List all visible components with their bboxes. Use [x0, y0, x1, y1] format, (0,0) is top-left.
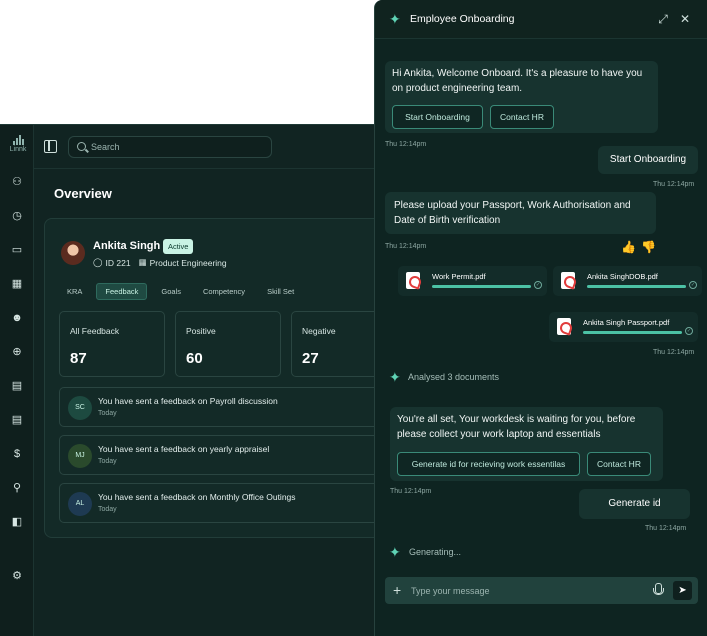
- document-attachment[interactable]: Ankita Singh Passport.pdf ✓: [549, 312, 698, 342]
- bot-message-text: You're all set, Your workdesk is waiting…: [397, 414, 636, 440]
- avatar: [61, 241, 85, 265]
- employee-name: Ankita Singh: [93, 240, 161, 252]
- avatar: AL: [68, 492, 92, 516]
- employee-id: ID 221: [105, 257, 131, 268]
- calendar-alt-icon[interactable]: ▤: [10, 379, 24, 393]
- tab-competency[interactable]: Competency: [195, 283, 253, 300]
- calendar-icon[interactable]: ▦: [10, 277, 24, 291]
- list-item[interactable]: AL You have sent a feedback on Monthly O…: [59, 483, 401, 523]
- upload-progress: [432, 285, 531, 288]
- plus-icon[interactable]: +: [393, 582, 401, 598]
- profile-tabs: KRA Feedback Goals Competency Skill Set: [59, 283, 302, 300]
- sparkle-icon: ✦: [389, 544, 401, 560]
- user-check-icon[interactable]: ☻: [10, 311, 24, 325]
- building-icon: ▦: [138, 257, 147, 267]
- sparkle-icon: ✦: [389, 369, 401, 385]
- generate-id-button[interactable]: Generate id for recieving work essentila…: [397, 452, 580, 476]
- document-name: Work Permit.pdf: [432, 272, 486, 281]
- search-input[interactable]: [91, 139, 261, 155]
- tab-feedback[interactable]: Feedback: [96, 283, 148, 300]
- timestamp: Thu 12:14pm: [385, 141, 427, 148]
- sidebar-toggle-icon[interactable]: [44, 140, 57, 153]
- close-icon[interactable]: ✕: [678, 12, 692, 26]
- check-icon: ✓: [534, 281, 542, 289]
- employee-department: Product Engineering: [149, 257, 227, 268]
- expand-icon[interactable]: ⤢: [656, 12, 670, 26]
- bot-message: Please upload your Passport, Work Author…: [385, 192, 656, 234]
- search-icon: [77, 142, 86, 151]
- feedback-time: Today: [98, 410, 117, 417]
- user-message: Start Onboarding: [598, 146, 698, 174]
- message-composer: + ➤: [385, 577, 698, 604]
- document-name: Ankita Singh Passport.pdf: [583, 318, 670, 327]
- tab-kra[interactable]: KRA: [59, 283, 90, 300]
- pdf-icon: [406, 272, 420, 289]
- feedback-text: You have sent a feedback on Payroll disc…: [98, 396, 278, 406]
- upload-progress: [583, 331, 682, 334]
- topbar: [34, 125, 400, 169]
- app-logo: Linnk: [4, 135, 32, 165]
- bot-message-text: Hi Ankita, Welcome Onboard. It's a pleas…: [392, 68, 643, 94]
- thumbs-down-icon[interactable]: 👎: [641, 240, 656, 254]
- document-attachment[interactable]: Work Permit.pdf ✓: [398, 266, 547, 296]
- person-icon: ◯: [93, 257, 103, 267]
- stat-all-feedback: All Feedback 87: [59, 311, 165, 377]
- document-icon[interactable]: ▤: [10, 413, 24, 427]
- card-icon[interactable]: ▭: [10, 243, 24, 257]
- feedback-text: You have sent a feedback on yearly appra…: [98, 444, 270, 454]
- upload-progress: [587, 285, 686, 288]
- message-input[interactable]: [411, 583, 641, 599]
- page-title: Overview: [54, 186, 112, 201]
- thumbs-up-icon[interactable]: 👍: [621, 240, 636, 254]
- pdf-icon: [561, 272, 575, 289]
- check-icon: ✓: [689, 281, 697, 289]
- users-icon[interactable]: ⚇: [10, 175, 24, 189]
- employee-meta: ◯ ID 221 ▦ Product Engineering: [93, 257, 227, 268]
- chat-title: Employee Onboarding: [410, 13, 515, 25]
- sidebar: Linnk ⚇ ◷ ▭ ▦ ☻ ⊕ ▤ ▤ $ ⚲ ◧ ⚙: [0, 125, 34, 636]
- plus-circle-icon[interactable]: ⊕: [10, 345, 24, 359]
- tab-goals[interactable]: Goals: [153, 283, 189, 300]
- contact-hr-button[interactable]: Contact HR: [490, 105, 554, 129]
- screen: Linnk ⚇ ◷ ▭ ▦ ☻ ⊕ ▤ ▤ $ ⚲ ◧ ⚙ Overview A…: [0, 0, 707, 636]
- chat-panel: ✦ Employee Onboarding ⤢ ✕ Hi Ankita, Wel…: [374, 0, 707, 636]
- timestamp: Thu 12:14pm: [645, 525, 687, 532]
- dollar-icon[interactable]: $: [10, 447, 24, 461]
- timestamp: Thu 12:14pm: [653, 181, 695, 188]
- contact-hr-button[interactable]: Contact HR: [587, 452, 651, 476]
- timestamp: Thu 12:14pm: [390, 488, 432, 495]
- folder-icon[interactable]: ◧: [10, 515, 24, 529]
- tab-skill-set[interactable]: Skill Set: [259, 283, 302, 300]
- employee-card: Ankita Singh Active ◯ ID 221 ▦ Product Eng…: [44, 218, 401, 538]
- feedback-time: Today: [98, 506, 117, 513]
- start-onboarding-button[interactable]: Start Onboarding: [392, 105, 483, 129]
- microphone-icon[interactable]: [653, 583, 664, 597]
- feedback-text: You have sent a feedback on Monthly Offi…: [98, 492, 296, 502]
- sparkle-icon: ✦: [389, 11, 401, 27]
- analysis-status: Analysed 3 documents: [408, 372, 500, 382]
- bot-message-text: Please upload your Passport, Work Author…: [394, 200, 631, 226]
- dashboard-window: Linnk ⚇ ◷ ▭ ▦ ☻ ⊕ ▤ ▤ $ ⚲ ◧ ⚙ Overview A…: [0, 124, 401, 636]
- timestamp: Thu 12:14pm: [653, 349, 695, 356]
- user-message: Generate id: [579, 489, 690, 519]
- award-icon[interactable]: ⚲: [10, 481, 24, 495]
- avatar: MJ: [68, 444, 92, 468]
- check-icon: ✓: [685, 327, 693, 335]
- list-item[interactable]: MJ You have sent a feedback on yearly ap…: [59, 435, 401, 475]
- list-item[interactable]: SC You have sent a feedback on Payroll d…: [59, 387, 401, 427]
- document-name: Ankita SinghDOB.pdf: [587, 272, 658, 281]
- generating-status: Generating...: [409, 547, 462, 557]
- pdf-icon: [557, 318, 571, 335]
- send-button[interactable]: ➤: [673, 581, 692, 600]
- search-box[interactable]: [68, 136, 272, 158]
- timestamp: Thu 12:14pm: [385, 243, 427, 250]
- settings-icon[interactable]: ⚙: [10, 569, 24, 583]
- avatar: SC: [68, 396, 92, 420]
- stat-positive: Positive 60: [175, 311, 281, 377]
- document-attachment[interactable]: Ankita SinghDOB.pdf ✓: [553, 266, 702, 296]
- feedback-time: Today: [98, 458, 117, 465]
- clock-icon[interactable]: ◷: [10, 209, 24, 223]
- chat-header: ✦ Employee Onboarding ⤢ ✕: [375, 0, 707, 39]
- status-badge: Active: [163, 239, 194, 254]
